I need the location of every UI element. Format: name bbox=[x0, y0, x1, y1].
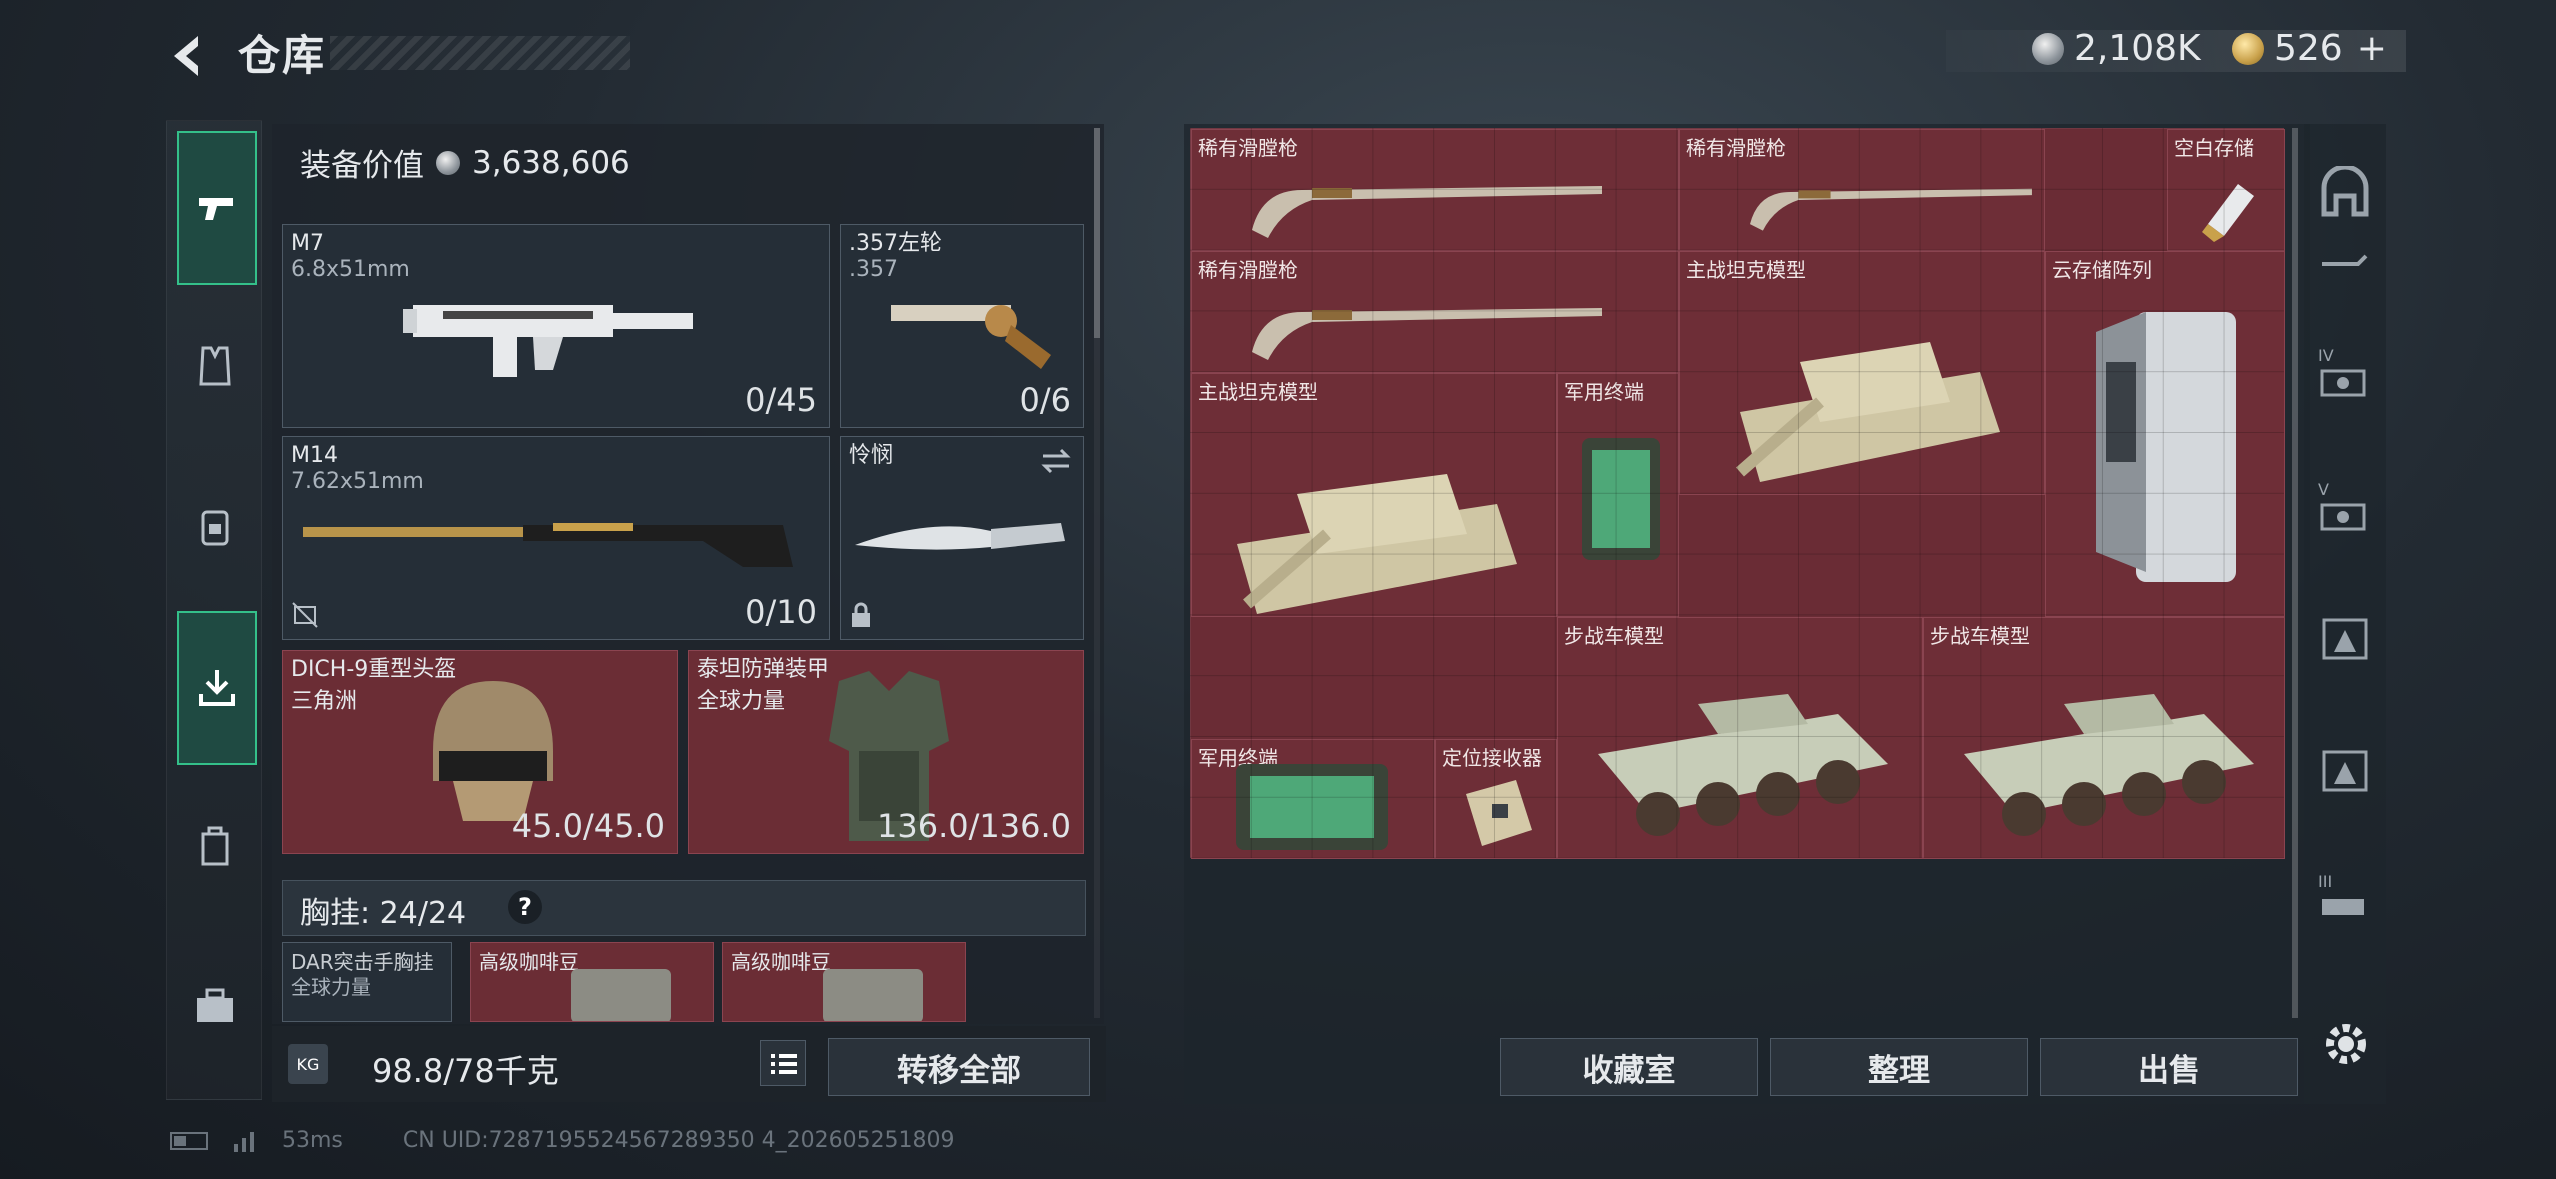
slot-armor[interactable]: 泰坦防弹装甲 全球力量 136.0/136.0 bbox=[688, 650, 1084, 854]
download-tray-icon bbox=[199, 670, 235, 706]
slot-helmet[interactable]: DICH-9重型头盔 三角洲 45.0/45.0 bbox=[282, 650, 678, 854]
equipment-value: 装备价值 3,638,606 bbox=[300, 144, 630, 185]
rifle-m14-image bbox=[303, 523, 793, 567]
slot-secondary-weapon[interactable]: M14 7.62x51mm 0/10 bbox=[282, 436, 830, 640]
storage-item-locator-receiver[interactable]: 定位接收器 bbox=[1435, 739, 1557, 859]
gold-coin-icon bbox=[2232, 32, 2264, 65]
vehicle-icon bbox=[2322, 899, 2364, 915]
tier-box-icon bbox=[2320, 503, 2366, 531]
pistol-icon bbox=[199, 198, 233, 220]
storage-item-musket[interactable]: 稀有滑膛枪 bbox=[1191, 251, 1679, 373]
tier-filter-iv[interactable]: IV bbox=[2318, 346, 2372, 400]
add-gold-button[interactable]: + bbox=[2357, 28, 2387, 69]
musket-image bbox=[1750, 188, 2032, 231]
left-category-nav bbox=[166, 120, 262, 1100]
sort-button[interactable]: 整理 bbox=[1770, 1038, 2028, 1096]
storage-item-ifv-model[interactable]: 步战车模型 bbox=[1923, 617, 2285, 859]
weight-icon: KG bbox=[288, 1044, 328, 1084]
vest-icon bbox=[199, 346, 231, 386]
nav-case[interactable] bbox=[177, 771, 253, 921]
chest-item-coffee[interactable]: 高级咖啡豆 bbox=[470, 942, 714, 1022]
help-icon[interactable]: ? bbox=[508, 890, 542, 924]
terminal-image bbox=[1582, 438, 1660, 560]
slot-primary-weapon[interactable]: M7 6.8x51mm 0/45 bbox=[282, 224, 830, 428]
weapon-filter-icon[interactable] bbox=[2318, 246, 2372, 276]
nav-weapons[interactable] bbox=[177, 131, 257, 285]
storage-item-military-terminal[interactable]: 军用终端 bbox=[1557, 373, 1679, 617]
tank-model-image bbox=[1237, 474, 1517, 614]
ifv-model-image bbox=[1964, 694, 2254, 836]
sell-button[interactable]: 出售 bbox=[2040, 1038, 2298, 1096]
server-array-image bbox=[2096, 312, 2236, 582]
nav-backpack[interactable] bbox=[177, 451, 253, 601]
gold-currency[interactable]: 526 + bbox=[2232, 28, 2387, 69]
settings-gear-icon[interactable] bbox=[2318, 1016, 2374, 1072]
silver-coin-icon bbox=[436, 150, 460, 175]
musket-image bbox=[1252, 186, 1602, 238]
storage-item-musket[interactable]: 稀有滑膛枪 bbox=[1191, 129, 1679, 251]
backpack-icon bbox=[201, 510, 229, 546]
battery-icon bbox=[170, 1131, 208, 1150]
equipment-scrollbar-thumb[interactable] bbox=[1094, 128, 1100, 338]
swap-icon[interactable] bbox=[1039, 447, 1073, 475]
category-filter-icon[interactable] bbox=[2318, 612, 2372, 666]
tier-filter-iii[interactable]: III bbox=[2318, 872, 2372, 926]
revolver-image bbox=[891, 305, 1051, 369]
slot-sidearm[interactable]: .357左轮 .357 0/6 bbox=[840, 224, 1084, 428]
status-footer: 53ms CN UID:7287195524567289350 4_202605… bbox=[170, 1128, 955, 1153]
transfer-all-button[interactable]: 转移全部 bbox=[828, 1038, 1090, 1096]
knife-image bbox=[855, 523, 1065, 550]
usb-drive-image bbox=[2202, 184, 2254, 242]
chest-item-coffee[interactable]: 高级咖啡豆 bbox=[722, 942, 966, 1022]
nav-storage[interactable] bbox=[177, 611, 257, 765]
weight-value: 98.8/78千克 bbox=[372, 1052, 559, 1090]
chest-rig-item[interactable]: DAR突击手胸挂 全球力量 bbox=[282, 942, 452, 1022]
storage-item-ifv-model[interactable]: 步战车模型 bbox=[1557, 617, 1923, 859]
slot-melee[interactable]: 怜悯 bbox=[840, 436, 1084, 640]
storage-item-musket[interactable]: 稀有滑膛枪 bbox=[1679, 129, 2045, 251]
nav-armor[interactable] bbox=[177, 291, 253, 441]
silver-coin-icon bbox=[2032, 32, 2064, 65]
silver-currency: 2,108K bbox=[2032, 28, 2201, 69]
nav-toolbox[interactable] bbox=[177, 931, 253, 1081]
no-insure-icon bbox=[292, 602, 318, 628]
toolbox-icon bbox=[197, 988, 233, 1022]
coffee-bean-image bbox=[571, 969, 671, 1021]
rifle-m7-image bbox=[403, 305, 693, 377]
list-view-button[interactable] bbox=[760, 1040, 806, 1086]
storage-item-blank-storage[interactable]: 空白存储 bbox=[2167, 129, 2285, 251]
receiver-image bbox=[1466, 780, 1532, 846]
collection-room-button[interactable]: 收藏室 bbox=[1500, 1038, 1758, 1096]
coffee-bean-image bbox=[823, 969, 923, 1021]
storage-item-tank-model[interactable]: 主战坦克模型 bbox=[1191, 373, 1557, 617]
ifv-model-image bbox=[1598, 694, 1888, 836]
tier-filter-v[interactable]: V bbox=[2318, 480, 2372, 534]
storage-grid: 稀有滑膛枪 稀有滑膛枪 空白存储 稀有滑膛枪 主战坦克模型 云存储阵列 主战坦克… bbox=[1190, 128, 2285, 859]
case-icon bbox=[201, 826, 229, 866]
title-decoration bbox=[330, 36, 630, 70]
storage-item-cloud-array[interactable]: 云存储阵列 bbox=[2045, 251, 2285, 617]
back-arrow-icon[interactable] bbox=[160, 28, 216, 84]
category-filter-icon[interactable] bbox=[2318, 744, 2372, 798]
tier-box-icon bbox=[2320, 369, 2366, 397]
page-title: 仓库 bbox=[238, 31, 327, 80]
chest-rig-label: 胸挂: 24/24 bbox=[300, 896, 467, 931]
storage-item-tank-model[interactable]: 主战坦克模型 bbox=[1679, 251, 2045, 495]
tank-model-image bbox=[1736, 342, 2000, 482]
musket-image bbox=[1252, 308, 1602, 360]
list-icon bbox=[771, 1054, 797, 1074]
signal-icon bbox=[234, 1131, 254, 1152]
all-items-icon[interactable] bbox=[2318, 166, 2372, 220]
storage-item-military-terminal[interactable]: 军用终端 bbox=[1191, 739, 1435, 859]
terminal-image bbox=[1236, 764, 1388, 850]
storage-scrollbar-thumb[interactable] bbox=[2292, 128, 2298, 1018]
lock-icon bbox=[852, 602, 870, 627]
